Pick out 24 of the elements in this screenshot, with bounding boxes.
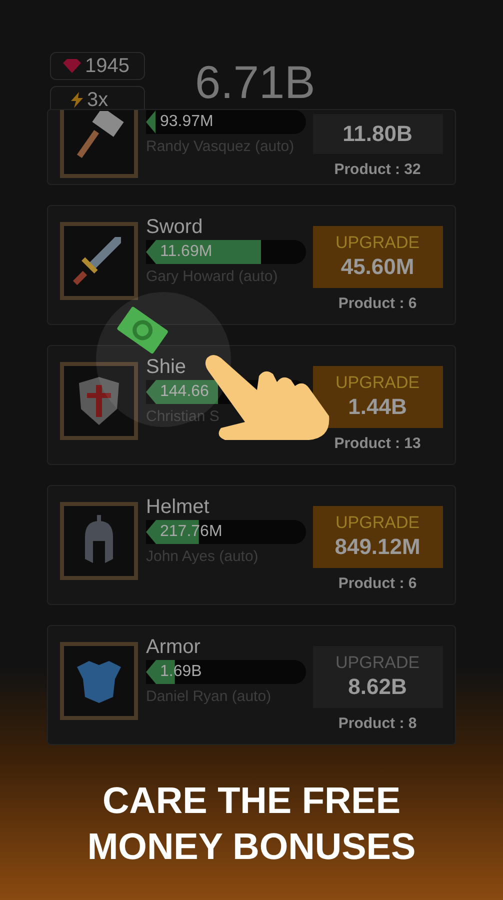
product-count: Product : 8 bbox=[338, 714, 417, 734]
item-name: Armor bbox=[146, 635, 202, 660]
product-count: Product : 13 bbox=[334, 434, 421, 454]
boost-multiplier: 3x bbox=[87, 88, 108, 112]
item-name: Helmet bbox=[146, 495, 210, 520]
money-balance: 6.71B bbox=[195, 55, 316, 110]
promo-caption: MONEY BONUSES bbox=[87, 825, 416, 869]
amount-text: 11.69M bbox=[160, 242, 212, 262]
product-count: Product : 6 bbox=[338, 574, 417, 594]
lightning-icon bbox=[71, 92, 83, 108]
amount-text: 144.66 bbox=[160, 382, 209, 402]
amount-text: 93.97M bbox=[160, 112, 214, 132]
item-name: Shie bbox=[146, 355, 188, 380]
upgrade-button[interactable]: UPGRADE 45.60M bbox=[312, 226, 443, 288]
upgrade-button[interactable]: 11.80B bbox=[312, 114, 443, 154]
upgrade-button[interactable]: UPGRADE 1.44B bbox=[312, 366, 443, 428]
promo-caption: CARE THE FREE bbox=[102, 779, 401, 823]
product-count: Product : 32 bbox=[334, 160, 421, 180]
upgrade-button[interactable]: UPGRADE 849.12M bbox=[312, 506, 443, 568]
item-name: Sword bbox=[146, 215, 204, 240]
gem-count: 1945 bbox=[85, 54, 130, 78]
product-count: Product : 6 bbox=[338, 294, 417, 314]
upgrade-button[interactable]: UPGRADE 8.62B bbox=[312, 646, 443, 708]
gem-icon bbox=[63, 58, 81, 72]
